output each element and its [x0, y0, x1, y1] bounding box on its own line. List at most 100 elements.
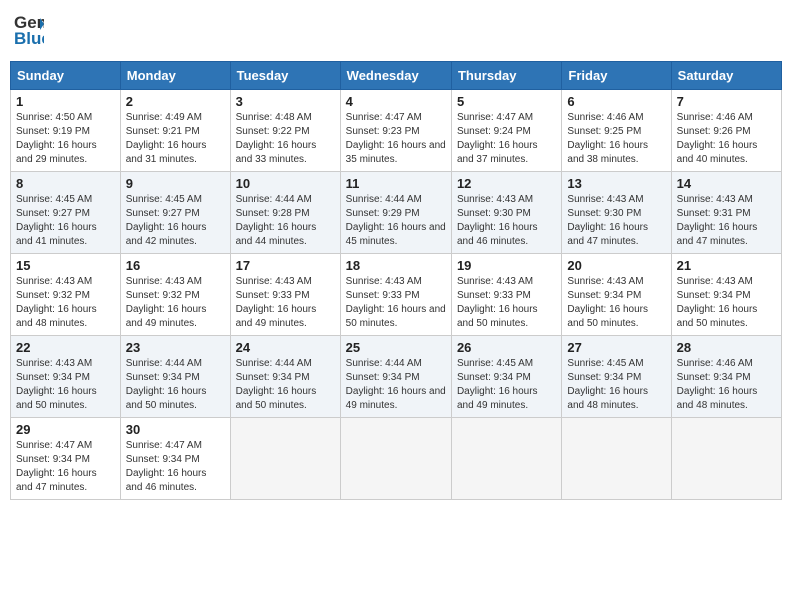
day-info: Sunrise: 4:44 AMSunset: 9:34 PMDaylight:… — [346, 357, 446, 413]
day-of-week-header: Monday — [120, 62, 230, 90]
calendar-day-cell: 18 Sunrise: 4:43 AMSunset: 9:33 PMDayligh… — [340, 254, 451, 336]
day-info: Sunrise: 4:45 AMSunset: 9:34 PMDaylight:… — [457, 357, 556, 413]
calendar-day-cell — [562, 418, 671, 500]
calendar-day-cell: 6 Sunrise: 4:46 AMSunset: 9:25 PMDaylight… — [562, 90, 671, 172]
day-info: Sunrise: 4:44 AMSunset: 9:28 PMDaylight:… — [236, 193, 335, 249]
day-of-week-header: Tuesday — [230, 62, 340, 90]
day-of-week-header: Friday — [562, 62, 671, 90]
day-number: 2 — [126, 94, 225, 109]
day-info: Sunrise: 4:43 AMSunset: 9:33 PMDaylight:… — [236, 275, 335, 331]
day-info: Sunrise: 4:44 AMSunset: 9:34 PMDaylight:… — [236, 357, 335, 413]
day-info: Sunrise: 4:43 AMSunset: 9:33 PMDaylight:… — [346, 275, 446, 331]
day-info: Sunrise: 4:49 AMSunset: 9:21 PMDaylight:… — [126, 111, 225, 167]
day-info: Sunrise: 4:46 AMSunset: 9:34 PMDaylight:… — [677, 357, 776, 413]
calendar-day-cell: 11 Sunrise: 4:44 AMSunset: 9:29 PMDayligh… — [340, 172, 451, 254]
svg-text:Blue: Blue — [14, 29, 44, 48]
calendar-day-cell: 24Sunrise: 4:44 AMSunset: 9:34 PMDayligh… — [230, 336, 340, 418]
day-info: Sunrise: 4:45 AMSunset: 9:27 PMDaylight:… — [126, 193, 225, 249]
day-number: 28 — [677, 340, 776, 355]
calendar-day-cell: 23Sunrise: 4:44 AMSunset: 9:34 PMDayligh… — [120, 336, 230, 418]
calendar-day-cell: 9Sunrise: 4:45 AMSunset: 9:27 PMDaylight… — [120, 172, 230, 254]
logo-icon: General Blue — [14, 10, 44, 53]
calendar-day-cell: 7 Sunrise: 4:46 AMSunset: 9:26 PMDaylight… — [671, 90, 781, 172]
calendar-day-cell — [451, 418, 561, 500]
day-number: 26 — [457, 340, 556, 355]
calendar: SundayMondayTuesdayWednesdayThursdayFrid… — [10, 61, 782, 500]
day-number: 18 — [346, 258, 446, 273]
calendar-week-row: 29 Sunrise: 4:47 AMSunset: 9:34 PMDayligh… — [11, 418, 782, 500]
day-number: 17 — [236, 258, 335, 273]
day-number: 25 — [346, 340, 446, 355]
calendar-day-cell: 27 Sunrise: 4:45 AMSunset: 9:34 PMDayligh… — [562, 336, 671, 418]
calendar-day-cell: 29 Sunrise: 4:47 AMSunset: 9:34 PMDayligh… — [11, 418, 121, 500]
day-info: Sunrise: 4:43 AMSunset: 9:30 PMDaylight:… — [457, 193, 556, 249]
day-number: 13 — [567, 176, 665, 191]
calendar-day-cell: 5 Sunrise: 4:47 AMSunset: 9:24 PMDaylight… — [451, 90, 561, 172]
calendar-day-cell: 14 Sunrise: 4:43 AMSunset: 9:31 PMDayligh… — [671, 172, 781, 254]
calendar-header-row: SundayMondayTuesdayWednesdayThursdayFrid… — [11, 62, 782, 90]
day-info: Sunrise: 4:43 AMSunset: 9:34 PMDaylight:… — [567, 275, 665, 331]
calendar-day-cell: 15Sunrise: 4:43 AMSunset: 9:32 PMDayligh… — [11, 254, 121, 336]
calendar-day-cell: 2 Sunrise: 4:49 AMSunset: 9:21 PMDaylight… — [120, 90, 230, 172]
day-info: Sunrise: 4:43 AMSunset: 9:30 PMDaylight:… — [567, 193, 665, 249]
calendar-day-cell: 21Sunrise: 4:43 AMSunset: 9:34 PMDayligh… — [671, 254, 781, 336]
day-number: 6 — [567, 94, 665, 109]
day-info: Sunrise: 4:47 AMSunset: 9:34 PMDaylight:… — [16, 439, 115, 495]
day-info: Sunrise: 4:46 AMSunset: 9:25 PMDaylight:… — [567, 111, 665, 167]
day-number: 11 — [346, 176, 446, 191]
day-number: 27 — [567, 340, 665, 355]
day-number: 5 — [457, 94, 556, 109]
day-number: 19 — [457, 258, 556, 273]
day-number: 21 — [677, 258, 776, 273]
day-info: Sunrise: 4:47 AMSunset: 9:34 PMDaylight:… — [126, 439, 225, 495]
day-of-week-header: Saturday — [671, 62, 781, 90]
day-number: 10 — [236, 176, 335, 191]
calendar-week-row: 8 Sunrise: 4:45 AMSunset: 9:27 PMDaylight… — [11, 172, 782, 254]
calendar-day-cell: 13 Sunrise: 4:43 AMSunset: 9:30 PMDayligh… — [562, 172, 671, 254]
calendar-day-cell: 25 Sunrise: 4:44 AMSunset: 9:34 PMDayligh… — [340, 336, 451, 418]
day-number: 3 — [236, 94, 335, 109]
calendar-day-cell: 16 Sunrise: 4:43 AMSunset: 9:32 PMDayligh… — [120, 254, 230, 336]
day-info: Sunrise: 4:50 AMSunset: 9:19 PMDaylight:… — [16, 111, 115, 167]
day-number: 12 — [457, 176, 556, 191]
calendar-week-row: 15 Sunrise: 4:43 AMSunset: 9:32 PMDayligh… — [11, 254, 782, 336]
calendar-day-cell: 17 Sunrise: 4:43 AMSunset: 9:33 PMDayligh… — [230, 254, 340, 336]
day-of-week-header: Thursday — [451, 62, 561, 90]
calendar-week-row: 1Sunrise: 4:50 AMSunset: 9:19 PMDaylight… — [11, 90, 782, 172]
day-info: Sunrise: 4:43 AMSunset: 9:33 PMDaylight:… — [457, 275, 556, 331]
day-number: 14 — [677, 176, 776, 191]
day-of-week-header: Sunday — [11, 62, 121, 90]
day-number: 8 — [16, 176, 115, 191]
calendar-day-cell — [230, 418, 340, 500]
calendar-day-cell: 19 Sunrise: 4:43 AMSunset: 9:33 PMDayligh… — [451, 254, 561, 336]
day-info: Sunrise: 4:47 AMSunset: 9:24 PMDaylight:… — [457, 111, 556, 167]
calendar-day-cell: 4 Sunrise: 4:47 AMSunset: 9:23 PMDaylight… — [340, 90, 451, 172]
day-of-week-header: Wednesday — [340, 62, 451, 90]
calendar-day-cell: 20 Sunrise: 4:43 AMSunset: 9:34 PMDayligh… — [562, 254, 671, 336]
day-info: Sunrise: 4:46 AMSunset: 9:26 PMDaylight:… — [677, 111, 776, 167]
day-info: Sunrise: 4:47 AMSunset: 9:23 PMDaylight:… — [346, 111, 446, 167]
calendar-day-cell: 10 Sunrise: 4:44 AMSunset: 9:28 PMDayligh… — [230, 172, 340, 254]
calendar-day-cell: 26 Sunrise: 4:45 AMSunset: 9:34 PMDayligh… — [451, 336, 561, 418]
day-number: 20 — [567, 258, 665, 273]
day-info: Sunrise: 4:44 AMSunset: 9:34 PMDaylight:… — [126, 357, 225, 413]
day-number: 4 — [346, 94, 446, 109]
day-info: Sunrise: 4:43 AMSunset: 9:32 PMDaylight:… — [126, 275, 225, 331]
day-info: Sunrise: 4:45 AMSunset: 9:34 PMDaylight:… — [567, 357, 665, 413]
day-number: 29 — [16, 422, 115, 437]
calendar-day-cell: 12 Sunrise: 4:43 AMSunset: 9:30 PMDayligh… — [451, 172, 561, 254]
logo: General Blue — [14, 10, 44, 53]
calendar-day-cell — [340, 418, 451, 500]
day-info: Sunrise: 4:43 AMSunset: 9:34 PMDaylight:… — [16, 357, 115, 413]
calendar-day-cell — [671, 418, 781, 500]
header: General Blue — [10, 10, 782, 53]
day-number: 15 — [16, 258, 115, 273]
calendar-day-cell: 3Sunrise: 4:48 AMSunset: 9:22 PMDaylight… — [230, 90, 340, 172]
page-wrapper: General Blue SundayMondayTuesdayWednesda… — [10, 10, 782, 500]
day-info: Sunrise: 4:44 AMSunset: 9:29 PMDaylight:… — [346, 193, 446, 249]
day-number: 7 — [677, 94, 776, 109]
calendar-day-cell: 1Sunrise: 4:50 AMSunset: 9:19 PMDaylight… — [11, 90, 121, 172]
day-info: Sunrise: 4:43 AMSunset: 9:31 PMDaylight:… — [677, 193, 776, 249]
day-number: 16 — [126, 258, 225, 273]
day-number: 22 — [16, 340, 115, 355]
